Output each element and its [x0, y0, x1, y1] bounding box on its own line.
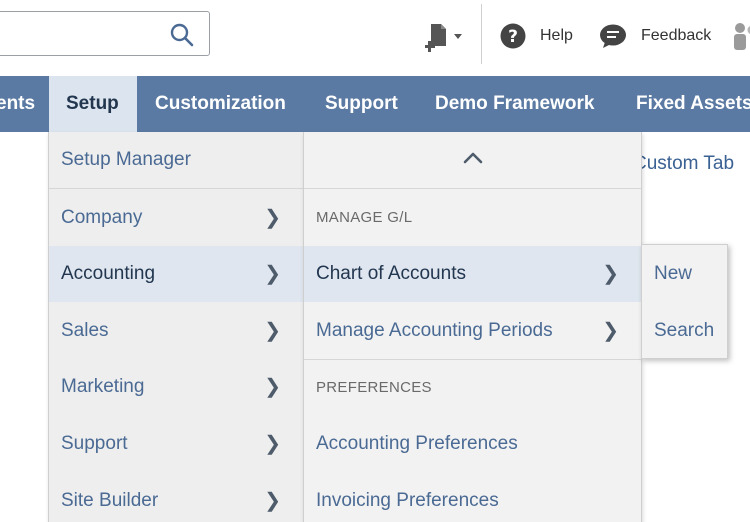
feedback-icon [600, 24, 626, 48]
help-icon: ? [500, 23, 526, 49]
svg-text:?: ? [508, 27, 518, 47]
menu-item-label: Site Builder [61, 490, 159, 511]
menu-item-invoicing-preferences[interactable]: Invoicing Preferences [304, 473, 641, 522]
chevron-right-icon: ❯ [602, 263, 619, 285]
nav-item-setup[interactable]: Setup [49, 76, 137, 132]
section-header-preferences: PREFERENCES [316, 379, 432, 396]
help-label: Help [540, 27, 573, 44]
menu-item-label: Accounting Preferences [316, 433, 518, 454]
menu-item-accounting-preferences[interactable]: Accounting Preferences [304, 416, 641, 472]
menu-item-label: Setup Manager [61, 149, 191, 170]
help-link[interactable]: ? Help [500, 22, 573, 50]
menu-item-accounting[interactable]: Accounting ❯ [49, 246, 303, 302]
menu-item-label: Accounting [61, 263, 156, 284]
chevron-right-icon: ❯ [264, 320, 281, 342]
menu-item-label: Support [61, 433, 128, 454]
chevron-right-icon: ❯ [264, 376, 281, 398]
setup-menu: Setup Manager Company ❯ Accounting ❯ Sal… [48, 132, 304, 522]
menu-item-company[interactable]: Company ❯ [49, 190, 303, 246]
menu-item-label: Invoicing Preferences [316, 490, 499, 511]
menu-item-label: Company [61, 207, 143, 228]
nav-item-demo-framework[interactable]: Demo Framework [435, 76, 594, 132]
top-bar-divider [481, 4, 482, 64]
create-new-icon[interactable] [425, 22, 467, 54]
menu-item-label: Marketing [61, 376, 145, 397]
chevron-right-icon: ❯ [264, 263, 281, 285]
custom-tab-link[interactable]: Custom Tab [633, 153, 734, 175]
global-search-box[interactable] [0, 11, 210, 56]
chevron-right-icon: ❯ [264, 490, 281, 512]
search-icon[interactable] [169, 22, 195, 48]
menu-divider [49, 188, 303, 189]
nav-item-support[interactable]: Support [325, 76, 398, 132]
menu-item-chart-of-accounts[interactable]: Chart of Accounts ❯ [304, 246, 641, 302]
feedback-link[interactable]: Feedback [599, 22, 711, 50]
menu-item-label: Chart of Accounts [316, 263, 466, 284]
chevron-right-icon: ❯ [264, 433, 281, 455]
chevron-up-icon[interactable] [462, 150, 484, 166]
global-search-input[interactable] [5, 20, 155, 46]
menu-item-marketing[interactable]: Marketing ❯ [49, 359, 303, 415]
menu-divider [304, 188, 641, 189]
menu-item-label: Sales [61, 320, 109, 341]
menu-item-label: Manage Accounting Periods [316, 320, 553, 341]
menu-item-setup-manager[interactable]: Setup Manager [49, 132, 303, 188]
nav-item-customization[interactable]: Customization [155, 76, 286, 132]
menu-item-site-builder[interactable]: Site Builder ❯ [49, 473, 303, 522]
menu-item-manage-accounting-periods[interactable]: Manage Accounting Periods ❯ [304, 303, 641, 359]
chevron-right-icon: ❯ [602, 320, 619, 342]
menu-item-new[interactable]: New [642, 246, 727, 302]
chevron-right-icon: ❯ [264, 207, 281, 229]
top-bar: ? Help Feedback [0, 0, 750, 76]
menu-item-label: New [654, 263, 693, 284]
menu-item-label: Search [654, 320, 715, 341]
accounting-submenu: MANAGE G/L Chart of Accounts ❯ Manage Ac… [303, 132, 642, 522]
nav-item-payments[interactable]: ents [0, 76, 40, 132]
people-icon[interactable] [731, 22, 750, 50]
main-navbar: ents Setup Customization Support Demo Fr… [0, 76, 750, 132]
menu-divider [304, 359, 641, 360]
menu-item-search[interactable]: Search [642, 303, 727, 359]
section-header-manage-gl: MANAGE G/L [316, 209, 413, 226]
chart-of-accounts-flyout: New Search [641, 244, 728, 359]
menu-item-support[interactable]: Support ❯ [49, 416, 303, 472]
feedback-label: Feedback [641, 27, 712, 44]
nav-item-fixed-assets[interactable]: Fixed Assets [636, 76, 750, 132]
menu-item-sales[interactable]: Sales ❯ [49, 303, 303, 359]
